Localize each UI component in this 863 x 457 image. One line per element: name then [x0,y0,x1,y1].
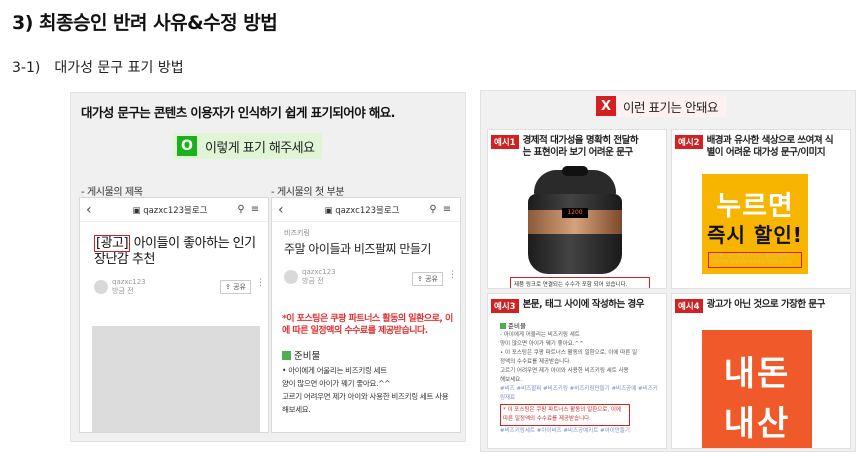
hashtags: #비즈키링세트 #아이비즈 #비즈공예키트 #아이만들기 [500,428,630,434]
card-label: 예시3 본문, 태그 사이에 작성하는 경우 [491,299,645,313]
chevron-left-icon[interactable]: ‹ [278,202,298,218]
phone-mockup-first-part: ‹ ▣ qazxc123블로그 ⚲ ≡ 비즈키링 주말 아이들과 비즈팔찌 만들… [271,197,461,433]
example-card-1: 예시1 경제적 대가성을 명확히 전달하는 표현이라 보기 어려운 문구 120… [487,129,667,289]
card-title: 광고가 아닌 것으로 가장한 문구 [706,299,826,310]
example-card-3: 예시3 본문, 태그 사이에 작성하는 경우 준비물 - 아이에게 어울리는 비… [487,293,667,449]
section-label: 준비물 [282,348,320,362]
checkbox-icon [282,350,291,360]
disguised-line-2: 내산 [723,404,791,444]
blog-name: ▣ qazxc123블로그 [132,205,208,216]
page-heading: 3) 최종승인 반려 사유&수정 방법 [12,12,278,34]
avatar [94,280,108,294]
caption-title: - 게시물의 제목 [81,187,143,198]
example-tag: 예시4 [675,299,703,313]
example-tag: 예시1 [491,135,519,149]
blog-header: ‹ ▣ qazxc123블로그 ⚲ ≡ [80,198,268,222]
post-body: • 아이에게 어울리는 비즈키링 세트 양이 많으면 아이가 꿰기 좋아요.^^… [282,366,449,414]
cooker-display: 1200 [562,208,588,218]
share-button[interactable]: ⇪ 공유 [220,280,251,294]
panel-title: 대가성 문구는 콘텐츠 이용자가 인식하기 쉽게 표기되어야 해요. [81,105,395,120]
check-o-icon: O [177,136,197,156]
card-label: 예시4 광고가 아닌 것으로 가장한 문구 [675,299,825,313]
disclosure-text: *이 포스팅은 쿠팡 파트너스 활동의 일환으로, 이에 따른 일정액의 수수료… [282,314,453,336]
menu-icon[interactable]: ≡ [440,204,454,215]
correct-badge: O 이렇게 표기 해주세요 [173,133,323,159]
example-tag: 예시2 [675,135,703,149]
correct-badge-text: 이렇게 표기 해주세요 [205,140,315,156]
example-card-2: 예시2 배경과 유사한 색상으로 쓰여져 식별이 어려운 대가성 문구/이미지 … [671,129,851,289]
section-title: 대가성 문구 표기 방법 [54,60,184,76]
page: 3) 최종승인 반려 사유&수정 방법 3-1) 대가성 문구 표기 방법 대가성… [0,0,863,457]
example-card-4: 예시4 광고가 아닌 것으로 가장한 문구 내돈 내산 [671,293,851,449]
blog-header: ‹ ▣ qazxc123블로그 ⚲ ≡ [272,198,460,222]
more-vertical-icon[interactable]: ⋮ [448,270,457,280]
author: qazxc123 방금 전 [302,268,336,285]
blog-name: ▣ qazxc123블로그 [324,205,400,216]
card-title: 배경과 유사한 색상으로 쓰여져 식별이 어려운 대가성 문구/이미지 [706,135,834,158]
x-icon: X [596,96,616,116]
correct-example-panel: 대가성 문구는 콘텐츠 이용자가 인식하기 쉽게 표기되어야 해요. O 이렇게… [70,92,466,442]
search-icon[interactable]: ⚲ [426,204,440,215]
caption-first-part: - 게시물의 첫 부분 [271,187,345,198]
post-meta: qazxc123 방금 전 [284,268,336,286]
chevron-left-icon[interactable]: ‹ [86,202,106,218]
example-tag: 예시3 [491,299,519,313]
card-label: 예시2 배경과 유사한 색상으로 쓰여져 식별이 어려운 대가성 문구/이미지 [675,135,837,159]
post-title: [광고] 아이들이 좋아하는 인기 장난감 추천 [94,235,256,267]
incorrect-badge: X 이런 표기는 안돼요 [596,95,726,117]
image-placeholder [92,326,260,432]
phone-mockup-title: ‹ ▣ qazxc123블로그 ⚲ ≡ [광고] 아이들이 좋아하는 인기 장난… [79,197,269,433]
search-icon[interactable]: ⚲ [234,204,248,215]
avatar [284,270,298,284]
promo-line-1: 누르면 [716,191,794,222]
promo-image: 누르면 즉시 할인! *이 포스팅은 쿠팡 파트너스 활동의 일환으로, 이에 … [702,174,808,274]
share-button[interactable]: ⇪ 공유 [412,272,443,286]
more-vertical-icon[interactable]: ⋮ [256,278,265,288]
disclosure-note: 제품 링크로 연결되는 수수가 포함 되어 있습니다. [510,277,650,288]
ad-mark: [광고] [94,235,131,252]
section-subheading: 3-1) 대가성 문구 표기 방법 [12,57,184,77]
disguised-ad-image: 내돈 내산 [702,330,812,448]
disguised-line-1: 내돈 [723,354,791,394]
card-title: 본문, 태그 사이에 작성하는 경우 [522,299,645,310]
card-label: 예시1 경제적 대가성을 명확히 전달하는 표현이라 보기 어려운 문구 [491,135,641,159]
section-number: 3-1) [12,60,41,76]
hidden-disclosure: *이 포스팅은 쿠팡 파트너스 활동의 일환으로, 이에 따른 일정액의 수수료… [708,252,802,268]
disclosure-between-tags: * 이 포스팅은 쿠팡 파트너스 활동의 일환으로, 이에 따른 일정액의 수수… [500,404,630,426]
rice-cooker-image: 1200 [528,166,622,274]
post-meta: qazxc123 방금 전 [94,278,146,296]
menu-icon[interactable]: ≡ [248,204,262,215]
post-title: 주말 아이들과 비즈팔찌 만들기 [284,242,431,256]
checkbox-icon [500,323,506,329]
author: qazxc123 방금 전 [112,278,146,295]
promo-line-2: 즉시 할인! [707,223,803,247]
incorrect-badge-text: 이런 표기는 안돼요 [623,99,718,115]
card-title: 경제적 대가성을 명확히 전달하는 표현이라 보기 어려운 문구 [522,135,639,158]
post-category: 비즈키링 [284,229,310,237]
incorrect-example-panel: X 이런 표기는 안돼요 예시1 경제적 대가성을 명확히 전달하는 표현이라 … [480,90,856,452]
hashtags: #비즈 #비즈팔찌 #비즈키링 #비즈키링만들기 #비즈공예 #비즈키링재료 [500,386,658,401]
post-body-sample: 준비물 - 아이에게 어울리는 비즈키링 세트 양이 많으면 아이가 꿰기 좋아… [500,322,660,436]
